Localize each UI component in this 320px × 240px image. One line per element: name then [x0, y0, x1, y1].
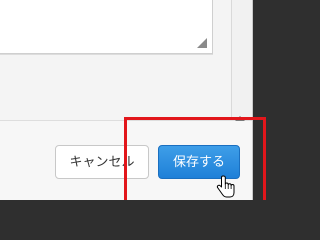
dialog-body	[0, 0, 232, 120]
textarea-divider	[0, 54, 213, 55]
notch-marker	[235, 116, 245, 121]
backdrop-bottom	[0, 200, 293, 223]
save-button[interactable]: 保存する	[158, 145, 240, 179]
textarea-frame	[213, 0, 231, 55]
comment-textarea[interactable]	[0, 0, 213, 54]
cancel-button[interactable]: キャンセル	[55, 145, 149, 179]
screen: キャンセル 保存する	[0, 0, 293, 223]
resize-grip-icon[interactable]	[197, 38, 207, 48]
hand-pointer-icon	[216, 175, 235, 198]
